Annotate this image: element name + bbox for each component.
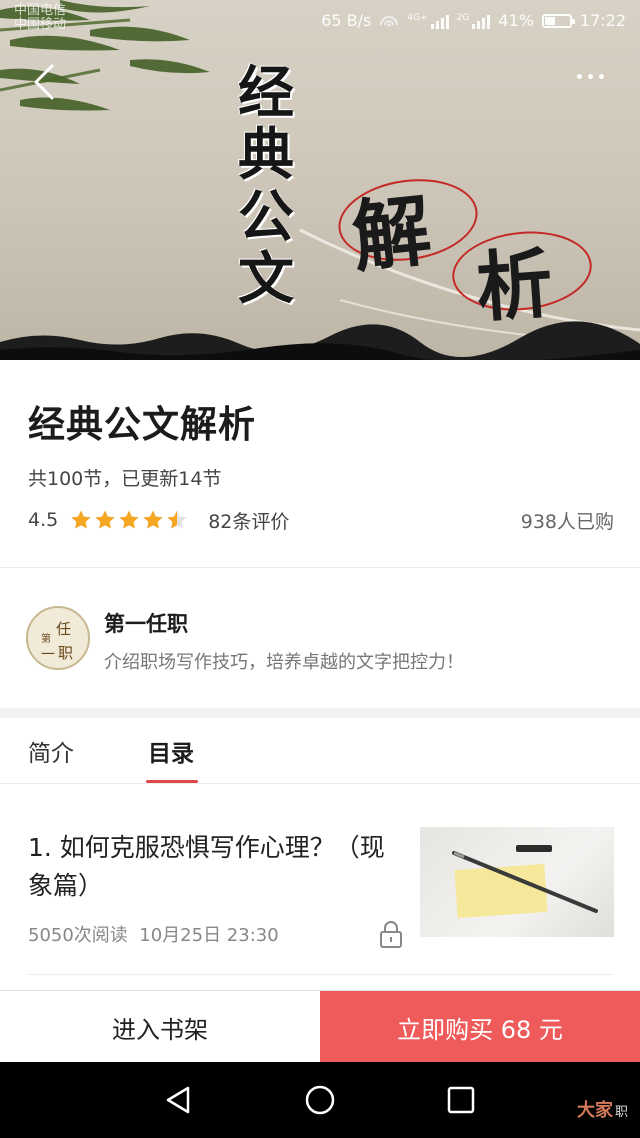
bottom-action-bar: 进入书架 立即购买 68 元 [0, 990, 640, 1063]
clock: 17:22 [579, 11, 626, 30]
square-recent-icon[interactable] [446, 1085, 476, 1115]
pen-and-note-image [452, 845, 598, 919]
star-icon [167, 510, 187, 529]
star-icon [119, 510, 139, 529]
rating-row: 4.5 82条评价 938人已购 [28, 507, 614, 533]
system-navigation-bar [0, 1062, 640, 1138]
battery-icon [541, 13, 575, 28]
star-icon [95, 510, 115, 529]
chapter-thumbnail [420, 827, 614, 937]
watermark: 大家职 [577, 1096, 628, 1122]
watermark-brand: 大家 [576, 1100, 613, 1121]
rating-stars [70, 509, 188, 531]
review-count[interactable]: 82条评价 [208, 507, 289, 534]
chapter-title[interactable]: 1. 如何克服恐惧写作心理？（现象篇） [28, 829, 388, 905]
course-title: 经典公文解析 [28, 403, 256, 446]
avatar[interactable]: 第 任 一 职 [26, 606, 90, 670]
signal-icon: 4G+ [407, 12, 449, 29]
cover-big-char: 析 [473, 238, 556, 333]
hotspot-icon [380, 15, 399, 27]
network-type: 4G+ [407, 12, 428, 23]
cover-char: 典 [238, 122, 294, 188]
rating-score: 4.5 [28, 509, 59, 531]
signal-icon: 2G [457, 13, 491, 29]
buyers-count: 938人已购 [520, 510, 614, 533]
avatar-char: 职 [58, 644, 74, 662]
list-item[interactable]: 1. 如何克服恐惧写作心理？（现象篇） 5050次阅读 10月25日 23:30 [0, 785, 640, 975]
active-tab-indicator [146, 780, 198, 783]
network-type: 2G [456, 12, 470, 23]
status-icons: 65 B/s 4G+ 2G 41% 17:22 [321, 11, 626, 30]
course-progress: 共100节，已更新14节 [28, 468, 222, 490]
avatar-char: 任 [56, 620, 72, 638]
chapter-views: 5050次阅读 [28, 925, 128, 946]
avatar-char: 第 [41, 634, 51, 645]
cover-char: 文 [238, 246, 294, 312]
network-speed: 65 B/s [321, 11, 372, 30]
battery-fill [544, 16, 555, 25]
author-name[interactable]: 第一任职 [104, 608, 188, 638]
author-description: 介绍职场写作技巧，培养卓越的文字把控力！ [104, 652, 464, 673]
circle-home-icon[interactable] [304, 1084, 336, 1116]
add-to-shelf-button[interactable]: 进入书架 [0, 991, 320, 1063]
chevron-left-icon[interactable] [30, 62, 60, 102]
star-icon [143, 510, 163, 529]
carrier-name: 中国电信 [14, 3, 67, 18]
carrier-name: 中国移动 [14, 17, 67, 32]
section-gap [0, 708, 640, 718]
chapter-meta: 5050次阅读 10月25日 23:30 [28, 921, 279, 947]
divider [28, 974, 614, 975]
tab-catalog[interactable]: 目录 [148, 734, 194, 768]
status-bar: 中国电信 中国移动 65 B/s 4G+ 2G 41% 17:22 [0, 0, 640, 44]
cover-char: 经 [238, 60, 294, 126]
avatar-char: 一 [41, 647, 55, 663]
watermark-suffix: 职 [614, 1105, 628, 1120]
battery-percent: 41% [498, 11, 534, 30]
course-cover-banner: 经 典 公 文 解 析 中国电信 中国移动 65 B/s 4G+ 2G 41% … [0, 0, 640, 360]
lock-icon [380, 921, 402, 948]
star-icon [71, 510, 91, 529]
tab-intro[interactable]: 简介 [28, 734, 74, 768]
triangle-back-icon[interactable] [162, 1084, 194, 1116]
cover-vertical-title: 经 典 公 文 [226, 62, 306, 310]
buy-now-button[interactable]: 立即购买 68 元 [320, 991, 640, 1063]
author-card[interactable]: 第 任 一 职 第一任职 介绍职场写作技巧，培养卓越的文字把控力！ [0, 568, 640, 708]
cover-big-char: 解 [348, 185, 436, 284]
chapter-date: 10月25日 23:30 [139, 925, 279, 946]
cover-char: 公 [238, 184, 294, 250]
course-info: 经典公文解析 共100节，已更新14节 4.5 82条评价 938人已购 [0, 360, 640, 568]
more-dots-icon[interactable] [570, 66, 610, 86]
carrier-labels: 中国电信 中国移动 [14, 4, 66, 32]
tab-bar: 简介 目录 [0, 718, 640, 784]
